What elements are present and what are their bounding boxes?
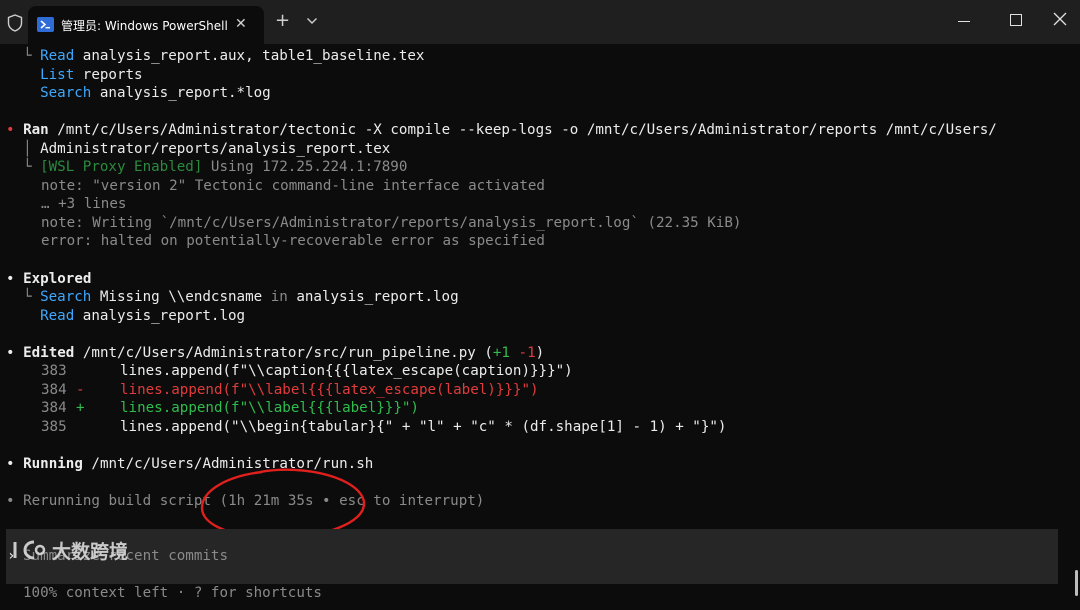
maximize-icon[interactable] (1010, 14, 1022, 26)
powershell-icon (37, 17, 54, 32)
diff-code: lines.append("\\begin{tabular}{" + "l" +… (120, 419, 727, 435)
diff-line: 385 (41, 419, 67, 435)
terminal-output: └ Read analysis_report.aux, table1_basel… (0, 44, 1080, 610)
diff-line: 383 (41, 363, 67, 379)
output-line: … +3 lines (41, 196, 127, 212)
footer-hint: 100% context left · ? for shortcuts (23, 585, 322, 601)
output-line: └ Read analysis_report.aux, table1_basel… (23, 48, 425, 64)
watermark: 大数跨境 (12, 535, 128, 565)
diff-sign: - (76, 382, 85, 398)
close-icon[interactable]: ✕ (235, 16, 247, 32)
tab-powershell[interactable]: 管理员: Windows PowerShell ✕ (28, 6, 264, 44)
prompt-input-box[interactable]: › Summarize recent commits (6, 529, 1058, 584)
output-line: • Explored (6, 271, 92, 287)
output-line: Search analysis_report.*log (40, 85, 271, 101)
title-bar: 管理员: Windows PowerShell ✕ + (0, 0, 1080, 44)
output-line: • Edited /mnt/c/Users/Administrator/src/… (6, 345, 545, 361)
output-line: │ Administrator/reports/analysis_report.… (23, 141, 391, 157)
output-line: Read analysis_report.log (40, 308, 246, 324)
tab-title: 管理员: Windows PowerShell (61, 19, 228, 33)
diff-code: lines.append(f"\\label{{{latex_escape(la… (120, 382, 539, 398)
output-line: • Ran /mnt/c/Users/Administrator/tectoni… (6, 122, 997, 138)
diff-code: lines.append(f"\\label{{{label}}}") (120, 400, 419, 416)
diff-code: lines.append(f"\\caption{{{latex_escape(… (120, 363, 573, 379)
shield-icon (7, 14, 23, 32)
diff-line: 384 (41, 382, 67, 398)
output-line: note: Writing `/mnt/c/Users/Administrato… (41, 215, 742, 231)
diff-line: 384 (41, 400, 67, 416)
diff-sign: + (76, 400, 85, 416)
output-line: note: "version 2" Tectonic command-line … (41, 178, 545, 194)
chevron-down-icon[interactable] (306, 17, 318, 25)
output-line: └ [WSL Proxy Enabled] Using 172.25.224.1… (23, 159, 408, 175)
minimize-icon[interactable] (958, 21, 970, 22)
output-line: error: halted on potentially-recoverable… (41, 233, 545, 249)
new-tab-button[interactable]: + (275, 12, 290, 30)
window-close-icon[interactable] (1053, 12, 1067, 26)
scrollbar[interactable] (1075, 570, 1078, 596)
output-line: └ Search Missing \\endcsname in analysis… (23, 289, 459, 305)
output-line: List reports (40, 67, 143, 83)
watermark-logo-icon (13, 540, 46, 560)
watermark-text: 大数跨境 (52, 540, 129, 563)
